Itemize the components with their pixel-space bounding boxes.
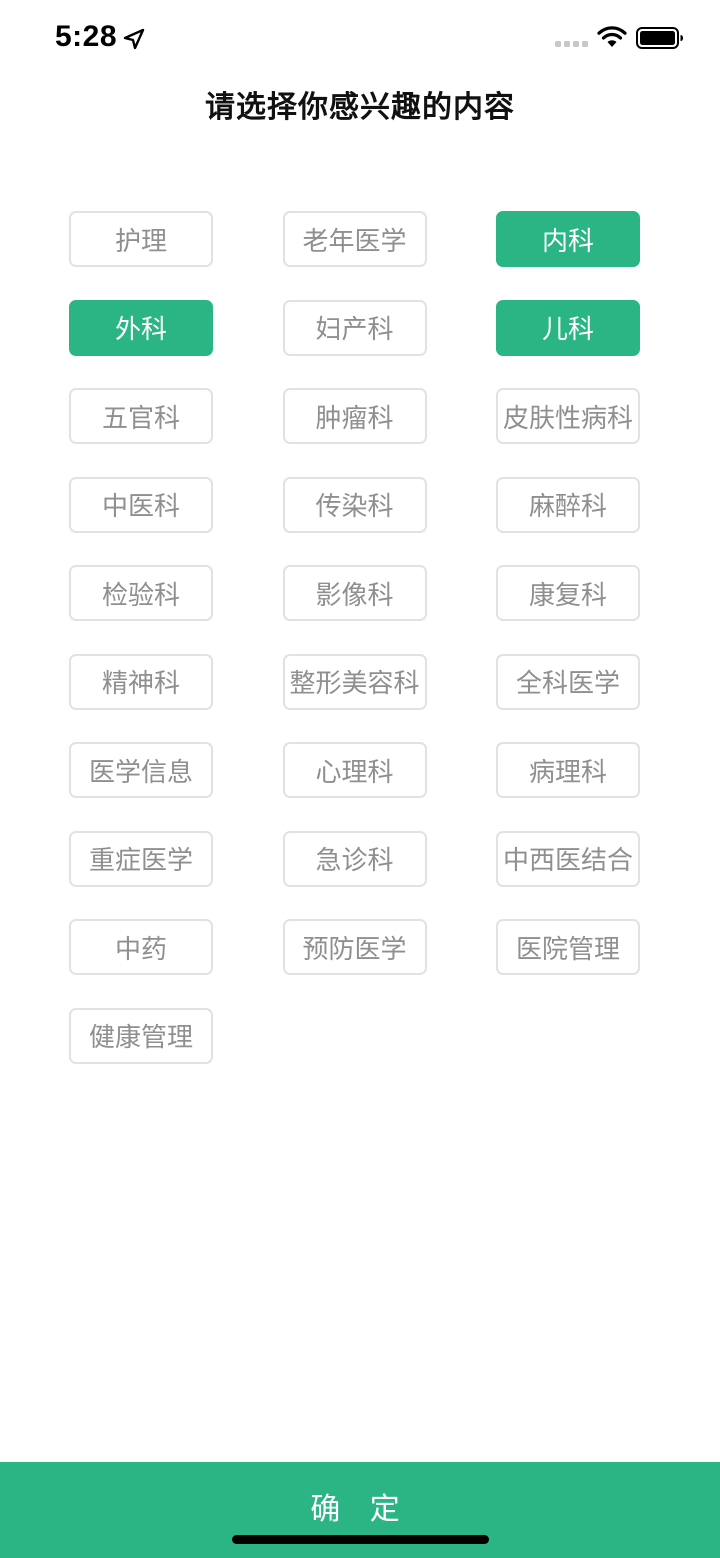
interest-tag[interactable]: 检验科 bbox=[69, 565, 213, 621]
wifi-icon bbox=[597, 26, 627, 47]
location-arrow-icon bbox=[123, 28, 145, 50]
interest-tag[interactable]: 影像科 bbox=[282, 565, 427, 621]
interest-tag[interactable]: 急诊科 bbox=[282, 830, 427, 887]
interest-tag[interactable]: 心理科 bbox=[282, 742, 427, 798]
interest-tag[interactable]: 老年医学 bbox=[282, 211, 427, 267]
interest-tag[interactable]: 妇产科 bbox=[282, 299, 427, 356]
interest-tag[interactable]: 全科医学 bbox=[496, 653, 640, 710]
tag-grid: 护理 老年医学 内科外科 妇产科 儿科五官科 肿瘤科 皮肤性病科中医科 传染科 麻醉科检验科 影像… bbox=[69, 211, 640, 1064]
interest-tag[interactable]: 外科 bbox=[69, 299, 213, 356]
interest-tag[interactable]: 中药 bbox=[69, 919, 213, 975]
interest-tag[interactable]: 精神科 bbox=[69, 653, 213, 710]
interest-tag[interactable]: 健康管理 bbox=[69, 1007, 213, 1064]
interest-tag[interactable]: 儿科 bbox=[496, 299, 640, 356]
interest-tag[interactable]: 麻醉科 bbox=[496, 476, 640, 533]
battery-icon bbox=[636, 27, 683, 49]
interest-tag[interactable]: 预防医学 bbox=[282, 919, 427, 975]
interest-tag[interactable]: 中医科 bbox=[69, 476, 213, 533]
signal-icon bbox=[555, 41, 588, 47]
interest-tag[interactable]: 病理科 bbox=[496, 742, 640, 798]
status-bar: 5:28 bbox=[0, 0, 720, 78]
page-title: 请选择你感兴趣的内容 bbox=[205, 90, 515, 125]
interest-tag[interactable]: 医学信息 bbox=[69, 742, 213, 798]
interest-tag[interactable]: 中西医结合 bbox=[496, 830, 640, 887]
interest-tag[interactable]: 传染科 bbox=[282, 476, 427, 533]
interest-tag[interactable]: 重症医学 bbox=[69, 830, 213, 887]
interest-tag[interactable]: 肿瘤科 bbox=[282, 388, 427, 444]
interest-tag[interactable]: 整形美容科 bbox=[282, 653, 427, 710]
home-indicator bbox=[232, 1535, 489, 1544]
interest-tag[interactable]: 康复科 bbox=[496, 565, 640, 621]
interest-tag[interactable]: 五官科 bbox=[69, 388, 213, 444]
interest-tag[interactable]: 内科 bbox=[496, 211, 640, 267]
interest-tag[interactable]: 医院管理 bbox=[496, 919, 640, 975]
interest-tag[interactable]: 护理 bbox=[69, 211, 213, 267]
status-time: 5:28 bbox=[55, 20, 118, 53]
interest-tag[interactable]: 皮肤性病科 bbox=[496, 388, 640, 444]
